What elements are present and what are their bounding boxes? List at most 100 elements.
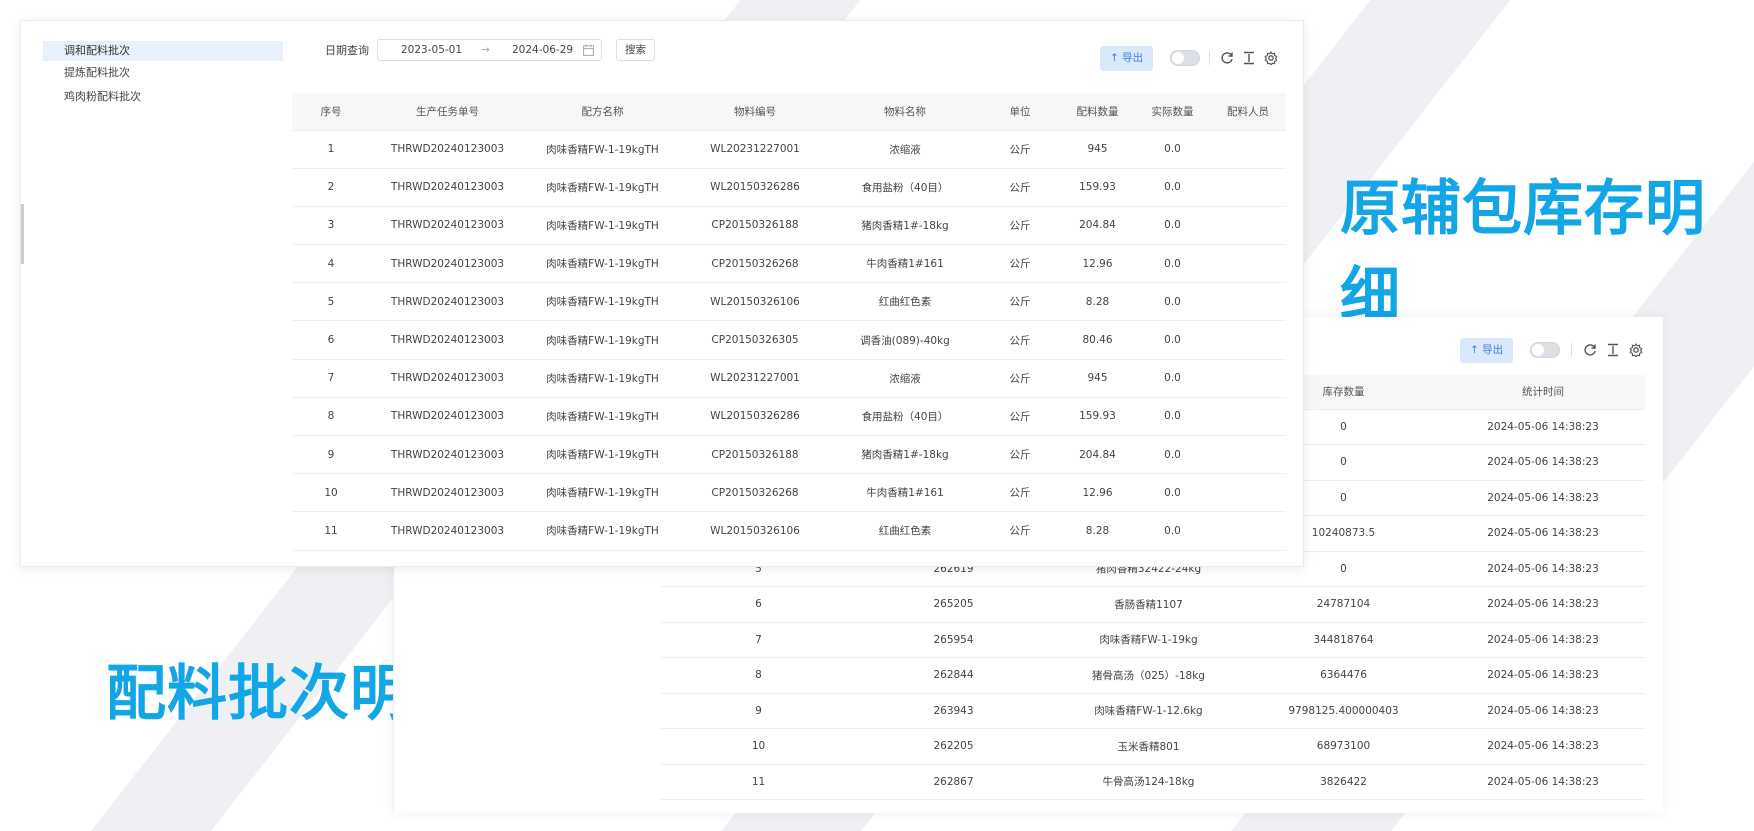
batch-table-row[interactable]: 10 THRWD20240123003 肉味香精FW-1-19kgTH CP20150… bbox=[292, 473, 1286, 513]
table-cell: 8.28 bbox=[1060, 511, 1135, 551]
table-cell: 204.84 bbox=[1060, 435, 1135, 475]
column-header-operator: 配料人员 bbox=[1210, 93, 1286, 131]
batch-table-row[interactable]: 5 THRWD20240123003 肉味香精FW-1-19kgTH WL201503… bbox=[292, 282, 1286, 322]
export-arrow-icon: ↑ bbox=[1470, 344, 1483, 356]
refresh-icon[interactable] bbox=[1583, 343, 1597, 357]
settings-icon[interactable] bbox=[1629, 343, 1643, 357]
table-cell: 0.0 bbox=[1135, 359, 1210, 398]
table-cell: 牛骨高汤124-18kg bbox=[1051, 764, 1246, 800]
refresh-icon[interactable] bbox=[1220, 51, 1234, 65]
batch-table-row[interactable]: 2 THRWD20240123003 肉味香精FW-1-19kgTH WL201503… bbox=[292, 168, 1286, 207]
table-cell: 8.28 bbox=[1060, 282, 1135, 322]
table-cell: 8 bbox=[292, 397, 370, 437]
batch-detail-panel: 调和配料批次 提炼配料批次 鸡肉粉配料批次 日期查询 2023-05-01 → … bbox=[20, 20, 1304, 567]
stock-table-row[interactable]: 8 262844 猪骨高汤（025）-18kg 6364476 2024-05-06 1… bbox=[661, 657, 1645, 694]
table-cell: 0.0 bbox=[1135, 282, 1210, 322]
date-range-picker[interactable]: 2023-05-01 → 2024-06-29 bbox=[377, 39, 602, 61]
table-cell: 公斤 bbox=[980, 397, 1060, 437]
column-height-icon[interactable] bbox=[1606, 343, 1620, 357]
sidebar-item-blending-batch[interactable]: 调和配料批次 bbox=[43, 41, 283, 61]
table-cell: 344818764 bbox=[1246, 622, 1441, 658]
stock-detail-caption: 原辅包库存明细 bbox=[1340, 174, 1706, 331]
table-cell: 2024-05-06 14:38:23 bbox=[1441, 586, 1645, 623]
stock-table-row[interactable]: 6 265205 香肠香精1107 24787104 2024-05-06 14:38:… bbox=[661, 586, 1645, 623]
stock-table-row[interactable]: 11 262867 牛骨高汤124-18kg 3826422 2024-05-06 14… bbox=[661, 764, 1645, 800]
batch-table-row[interactable]: 4 THRWD20240123003 肉味香精FW-1-19kgTH CP201503… bbox=[292, 244, 1286, 284]
table-cell: 玉米香精801 bbox=[1051, 728, 1246, 765]
table-cell: 肉味香精FW-1-19kgTH bbox=[525, 168, 680, 207]
table-cell: 262205 bbox=[856, 728, 1051, 765]
table-cell bbox=[1210, 359, 1286, 398]
table-cell: THRWD20240123003 bbox=[370, 244, 525, 284]
end-date-input[interactable]: 2024-06-29 bbox=[512, 44, 573, 56]
table-cell: 1 bbox=[292, 130, 370, 169]
batch-table-row[interactable]: 6 THRWD20240123003 肉味香精FW-1-19kgTH CP201503… bbox=[292, 320, 1286, 360]
table-cell bbox=[1210, 282, 1286, 322]
table-cell: 2024-05-06 14:38:23 bbox=[1441, 444, 1645, 481]
batch-table-row[interactable]: 11 THRWD20240123003 肉味香精FW-1-19kgTH WL20150… bbox=[292, 511, 1286, 551]
export-label: 导出 bbox=[1482, 344, 1504, 356]
table-cell bbox=[1210, 130, 1286, 169]
stock-table-row[interactable]: 10 262205 玉米香精801 68973100 2024-05-06 14:38:… bbox=[661, 728, 1645, 765]
table-cell: 肉味香精FW-1-12.6kg bbox=[1051, 693, 1246, 729]
table-cell: 公斤 bbox=[980, 206, 1060, 246]
sidebar-scroll-handle[interactable] bbox=[21, 204, 24, 264]
table-cell: 68973100 bbox=[1246, 728, 1441, 765]
table-cell: WL20231227001 bbox=[680, 130, 830, 169]
batch-table-row[interactable]: 7 THRWD20240123003 肉味香精FW-1-19kgTH WL202312… bbox=[292, 359, 1286, 398]
batch-toggle-switch[interactable] bbox=[1170, 50, 1200, 66]
table-cell: THRWD20240123003 bbox=[370, 206, 525, 246]
table-cell: THRWD20240123003 bbox=[370, 435, 525, 475]
table-cell: 6 bbox=[292, 320, 370, 360]
table-cell bbox=[1210, 168, 1286, 207]
export-arrow-icon: ↑ bbox=[1110, 52, 1123, 64]
column-height-icon[interactable] bbox=[1242, 51, 1256, 65]
table-cell: 80.46 bbox=[1060, 320, 1135, 360]
stock-export-button[interactable]: ↑ 导出 bbox=[1460, 338, 1514, 363]
table-cell bbox=[1210, 511, 1286, 551]
table-cell: 2024-05-06 14:38:23 bbox=[1441, 764, 1645, 800]
batch-table-row[interactable]: 1 THRWD20240123003 肉味香精FW-1-19kgTH WL202312… bbox=[292, 130, 1286, 169]
table-cell: 肉味香精FW-1-19kgTH bbox=[525, 320, 680, 360]
start-date-input[interactable]: 2023-05-01 bbox=[401, 44, 462, 56]
table-cell: 0.0 bbox=[1135, 206, 1210, 246]
table-cell: 2024-05-06 14:38:23 bbox=[1441, 515, 1645, 552]
table-cell: 2024-05-06 14:38:23 bbox=[1441, 622, 1645, 658]
batch-export-button[interactable]: ↑ 导出 bbox=[1100, 46, 1154, 71]
table-cell: 2024-05-06 14:38:23 bbox=[1441, 409, 1645, 445]
table-cell: 10 bbox=[661, 728, 856, 765]
table-cell: 0.0 bbox=[1135, 320, 1210, 360]
column-header-formula: 配方名称 bbox=[525, 93, 680, 131]
table-cell: 肉味香精FW-1-19kg bbox=[1051, 622, 1246, 658]
stock-toggle-switch[interactable] bbox=[1530, 342, 1560, 358]
batch-table-row[interactable]: 9 THRWD20240123003 肉味香精FW-1-19kgTH CP201503… bbox=[292, 435, 1286, 475]
table-cell: 265205 bbox=[856, 586, 1051, 623]
table-cell: 猪肉香精1#-18kg bbox=[830, 435, 980, 475]
table-cell: THRWD20240123003 bbox=[370, 320, 525, 360]
table-cell bbox=[1210, 244, 1286, 284]
batch-table-row[interactable]: 8 THRWD20240123003 肉味香精FW-1-19kgTH WL201503… bbox=[292, 397, 1286, 437]
column-header-actual-qty: 实际数量 bbox=[1135, 93, 1210, 131]
calendar-icon bbox=[583, 44, 594, 56]
sidebar-item-refining-batch[interactable]: 提炼配料批次 bbox=[43, 63, 283, 83]
range-arrow-icon: → bbox=[481, 44, 490, 56]
table-cell: 肉味香精FW-1-19kgTH bbox=[525, 511, 680, 551]
search-button[interactable]: 搜索 bbox=[616, 39, 655, 61]
table-cell: WL20150326106 bbox=[680, 511, 830, 551]
table-cell: 9 bbox=[661, 693, 856, 729]
table-cell: 肉味香精FW-1-19kgTH bbox=[525, 473, 680, 513]
sidebar-item-chicken-powder-batch[interactable]: 鸡肉粉配料批次 bbox=[43, 87, 283, 107]
table-cell: 2 bbox=[292, 168, 370, 207]
table-cell: 2024-05-06 14:38:23 bbox=[1441, 657, 1645, 694]
settings-icon[interactable] bbox=[1264, 51, 1278, 65]
stock-table-row[interactable]: 7 265954 肉味香精FW-1-19kg 344818764 2024-05-06 … bbox=[661, 622, 1645, 658]
stock-table-row[interactable]: 9 263943 肉味香精FW-1-12.6kg 9798125.400000403 2… bbox=[661, 693, 1645, 729]
batch-table-row[interactable]: 3 THRWD20240123003 肉味香精FW-1-19kgTH CP201503… bbox=[292, 206, 1286, 246]
table-cell: 7 bbox=[661, 622, 856, 658]
table-cell: 262844 bbox=[856, 657, 1051, 694]
table-cell: 肉味香精FW-1-19kgTH bbox=[525, 435, 680, 475]
table-cell: 0.0 bbox=[1135, 397, 1210, 437]
table-cell: 牛肉香精1#161 bbox=[830, 473, 980, 513]
table-cell: 公斤 bbox=[980, 130, 1060, 169]
table-cell: CP20150326188 bbox=[680, 206, 830, 246]
